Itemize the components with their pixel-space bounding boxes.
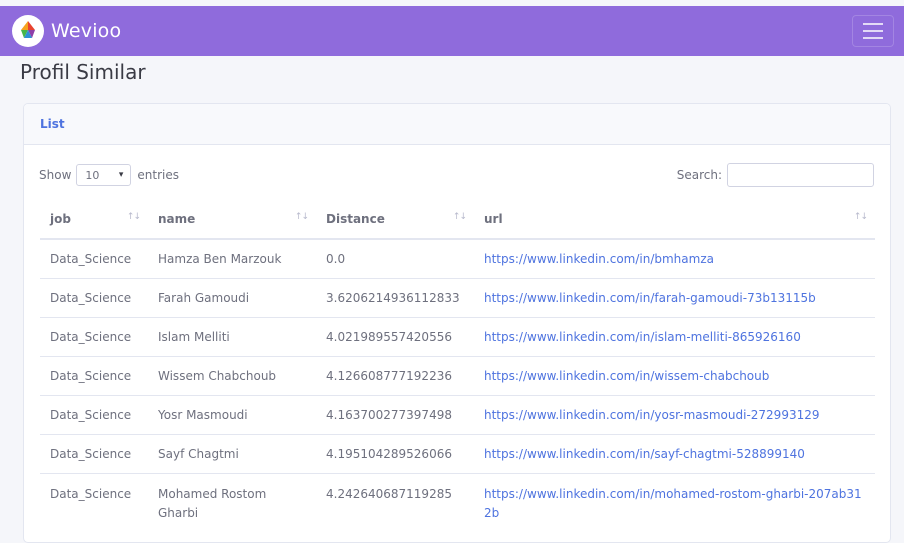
profile-link[interactable]: https://www.linkedin.com/in/farah-gamoud… [484,291,816,305]
profiles-table: job ↑↓ name ↑↓ Distance ↑↓ url ↑↓ Data_S… [40,199,875,525]
cell-name: Islam Melliti [148,316,316,356]
profile-link[interactable]: https://www.linkedin.com/in/wissem-chabc… [484,369,769,383]
table-row: Data_Science Hamza Ben Marzouk 0.0 https… [40,238,875,278]
brand-link[interactable]: Wevioo [12,15,121,47]
cell-name: Farah Gamoudi [148,277,316,317]
page-size-control: Show 10 ▾ entries [39,162,179,188]
menu-toggle-button[interactable] [852,15,894,47]
cell-distance: 0.0 [316,238,474,278]
cell-distance: 4.195104289526066 [316,433,474,473]
cell-job: Data_Science [40,472,148,525]
table-header-row: job ↑↓ name ↑↓ Distance ↑↓ url ↑↓ [40,199,875,240]
page-size-select[interactable]: 10 ▾ [76,164,132,186]
profile-link[interactable]: https://www.linkedin.com/in/bmhamza [484,252,714,266]
search-label: Search: [676,168,722,182]
cell-distance: 4.163700277397498 [316,394,474,434]
cell-job: Data_Science [40,355,148,395]
table-row: Data_Science Yosr Masmoudi 4.16370027739… [40,394,875,434]
brand-name: Wevioo [51,20,122,42]
cell-name: Yosr Masmoudi [148,394,316,434]
search-input[interactable] [727,163,874,187]
column-header-url[interactable]: url ↑↓ [474,199,875,240]
hamburger-icon [863,23,883,25]
page-title: Profil Similar [20,60,146,84]
card-title: List [40,117,65,131]
entries-label: entries [137,168,179,182]
sort-icon: ↑↓ [853,212,868,222]
profile-link[interactable]: https://www.linkedin.com/in/mohamed-rost… [484,487,862,520]
table-row: Data_Science Sayf Chagtmi 4.195104289526… [40,433,875,473]
cell-name: Mohamed Rostom Gharbi [148,472,316,525]
sort-icon: ↑↓ [126,212,141,222]
wevioo-logo-icon [12,15,44,47]
table-row: Data_Science Mohamed Rostom Gharbi 4.242… [40,472,875,525]
cell-name: Hamza Ben Marzouk [148,238,316,278]
card-header: List [24,104,890,145]
cell-job: Data_Science [40,277,148,317]
table-row: Data_Science Islam Melliti 4.02198955742… [40,316,875,356]
cell-name: Wissem Chabchoub [148,355,316,395]
cell-job: Data_Science [40,394,148,434]
top-navbar: Wevioo [0,6,904,56]
sort-icon: ↑↓ [294,212,309,222]
cell-distance: 4.126608777192236 [316,355,474,395]
profile-link[interactable]: https://www.linkedin.com/in/islam-mellit… [484,330,801,344]
profile-link[interactable]: https://www.linkedin.com/in/sayf-chagtmi… [484,447,805,461]
sort-icon: ↑↓ [452,212,467,222]
column-header-job[interactable]: job ↑↓ [40,199,148,240]
column-header-distance[interactable]: Distance ↑↓ [316,199,474,240]
select-arrows-icon: ▾ [118,170,124,180]
column-header-name[interactable]: name ↑↓ [148,199,316,240]
show-label: Show [39,168,72,182]
cell-job: Data_Science [40,316,148,356]
cell-distance: 4.021989557420556 [316,316,474,356]
page-size-value: 10 [85,168,100,182]
profile-link[interactable]: https://www.linkedin.com/in/yosr-masmoud… [484,408,820,422]
cell-distance: 4.242640687119285 [316,472,474,525]
cell-job: Data_Science [40,433,148,473]
search-control: Search: [677,162,874,188]
cell-distance: 3.6206214936112833 [316,277,474,317]
table-row: Data_Science Farah Gamoudi 3.62062149361… [40,277,875,317]
table-row: Data_Science Wissem Chabchoub 4.12660877… [40,355,875,395]
cell-name: Sayf Chagtmi [148,433,316,473]
list-card: List Show 10 ▾ entries Search: job ↑↓ na… [23,103,891,543]
table-controls: Show 10 ▾ entries Search: [24,162,890,188]
cell-job: Data_Science [40,238,148,278]
